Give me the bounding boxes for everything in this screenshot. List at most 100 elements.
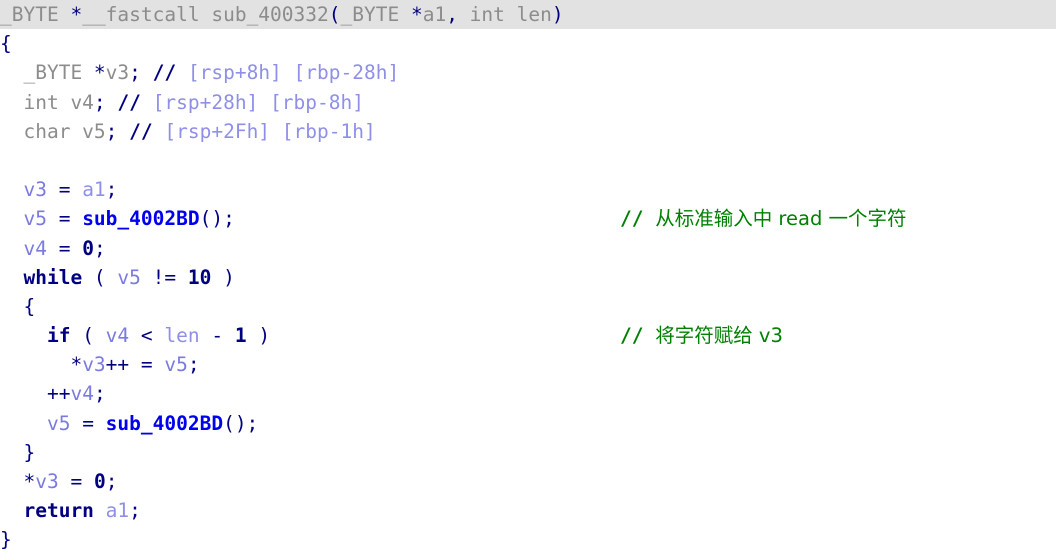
- code-token: v3: [105, 61, 130, 85]
- code-token: v4: [70, 382, 94, 406]
- code-token: =: [58, 178, 83, 202]
- code-token: ++ =: [105, 353, 165, 377]
- code-token: _BYTE: [0, 3, 71, 26]
- code-token: =: [58, 207, 83, 231]
- code-token: *: [93, 61, 106, 85]
- line-read-next[interactable]: v5 = sub_4002BD();: [0, 409, 1056, 438]
- code-token: v4: [105, 324, 141, 348]
- comment-text: 将字符赋给 v3: [655, 324, 783, 348]
- code-token: __fastcall: [82, 3, 212, 26]
- line-return[interactable]: return a1;: [0, 496, 1056, 525]
- line-while-close-brace[interactable]: }: [0, 438, 1056, 467]
- comment-slashes: //: [620, 324, 656, 348]
- code-token: 0: [82, 236, 94, 260]
- code-token: v3: [82, 353, 106, 377]
- code-token: ;: [187, 353, 200, 377]
- code-token: !=: [152, 265, 188, 289]
- code-token: ;: [105, 470, 118, 493]
- code-token: ): [246, 324, 271, 348]
- code-token: {: [0, 294, 36, 318]
- code-token: }: [0, 440, 36, 464]
- code-token: 10: [187, 265, 212, 289]
- code-token: ;: [93, 236, 106, 260]
- line-while-open-brace[interactable]: {: [0, 292, 1056, 321]
- code-token: [rsp+28h] [rbp-8h]: [152, 90, 364, 114]
- line-assign-v5-call[interactable]: v5 = sub_4002BD(); // 从标准输入中 read 一个字符: [0, 204, 1056, 233]
- code-token: *: [410, 3, 423, 26]
- code-token: sub_4002BD: [82, 207, 200, 231]
- line-decl-v3[interactable]: _BYTE *v3; // [rsp+8h] [rbp-28h]: [0, 58, 1056, 87]
- line-signature[interactable]: _BYTE *__fastcall sub_400332(_BYTE *a1, …: [0, 0, 1056, 30]
- code-token: a1: [82, 178, 106, 202]
- code-token: [rsp+2Fh] [rbp-1h]: [164, 119, 376, 143]
- code-token: <: [140, 324, 165, 348]
- code-token: ;: [105, 119, 130, 143]
- code-token: _BYTE: [340, 3, 411, 26]
- comment-slashes: //: [620, 207, 656, 231]
- comment-text: 从标准输入中 read 一个字符: [655, 207, 907, 231]
- code-token: =: [70, 470, 94, 493]
- code-token: v5: [0, 411, 83, 435]
- line-close-brace[interactable]: }: [0, 525, 1056, 554]
- code-token: ): [211, 265, 235, 289]
- line-decl-v5[interactable]: char v5; // [rsp+2Fh] [rbp-1h]: [0, 117, 1056, 146]
- code-token: return: [0, 499, 106, 523]
- line-if[interactable]: if ( v4 < len - 1 ) // 将字符赋给 v3: [0, 321, 1056, 350]
- line-store-char[interactable]: *v3++ = v5;: [0, 350, 1056, 379]
- code-token: //: [129, 119, 165, 143]
- code-token: ;: [93, 382, 106, 406]
- line-open-brace[interactable]: {: [0, 29, 1056, 58]
- code-token: 1: [234, 324, 247, 348]
- code-token: (: [328, 3, 341, 26]
- line-while[interactable]: while ( v5 != 10 ): [0, 263, 1056, 292]
- user-comment[interactable]: // 将字符赋给 v3: [620, 321, 783, 350]
- line-assign-v4-zero[interactable]: v4 = 0;: [0, 234, 1056, 263]
- code-token: ,: [446, 3, 470, 26]
- code-token: v5: [0, 207, 59, 231]
- line-terminate[interactable]: *v3 = 0;: [0, 467, 1056, 496]
- code-token: (: [93, 265, 118, 289]
- code-token: }: [0, 528, 12, 552]
- code-token: *: [0, 353, 83, 377]
- code-token: sub_400332: [211, 3, 329, 26]
- code-token: len: [164, 324, 212, 348]
- code-token: 0: [93, 470, 106, 493]
- code-token: ();: [223, 411, 259, 435]
- code-token: a1: [422, 3, 447, 26]
- code-token: v3: [0, 178, 59, 202]
- code-token: ): [551, 3, 564, 26]
- code-token: while: [0, 265, 94, 289]
- code-token: ;: [129, 61, 153, 85]
- code-token: ();: [199, 207, 235, 231]
- code-token: ;: [93, 90, 118, 114]
- code-token: -: [211, 324, 235, 348]
- code-token: //: [152, 61, 188, 85]
- line-blank-1[interactable]: [0, 146, 1056, 175]
- code-token: int v4: [0, 90, 94, 114]
- code-token: [rsp+8h] [rbp-28h]: [187, 61, 400, 85]
- code-token: _BYTE: [0, 61, 94, 85]
- code-token: *: [70, 3, 83, 26]
- code-token: int len: [469, 3, 552, 26]
- pseudocode-view[interactable]: _BYTE *__fastcall sub_400332(_BYTE *a1, …: [0, 0, 1056, 551]
- code-token: v4: [0, 236, 59, 260]
- code-token: v5: [164, 353, 188, 377]
- code-token: =: [82, 411, 106, 435]
- code-token: =: [58, 236, 83, 260]
- code-token: *: [0, 470, 36, 493]
- code-token: v3: [35, 470, 71, 493]
- code-token: a1: [105, 499, 130, 523]
- user-comment[interactable]: // 从标准输入中 read 一个字符: [620, 204, 907, 233]
- code-token: ;: [105, 178, 118, 202]
- code-token: //: [117, 90, 153, 114]
- line-assign-v3[interactable]: v3 = a1;: [0, 175, 1056, 204]
- line-inc-v4[interactable]: ++v4;: [0, 379, 1056, 408]
- code-token: v5: [117, 265, 153, 289]
- code-token: {: [0, 32, 12, 56]
- code-token: sub_4002BD: [105, 411, 224, 435]
- code-token: char v5: [0, 119, 106, 143]
- code-token: if: [0, 324, 83, 348]
- code-token: ;: [129, 499, 141, 523]
- line-decl-v4[interactable]: int v4; // [rsp+28h] [rbp-8h]: [0, 88, 1056, 117]
- code-token: ++: [0, 382, 71, 406]
